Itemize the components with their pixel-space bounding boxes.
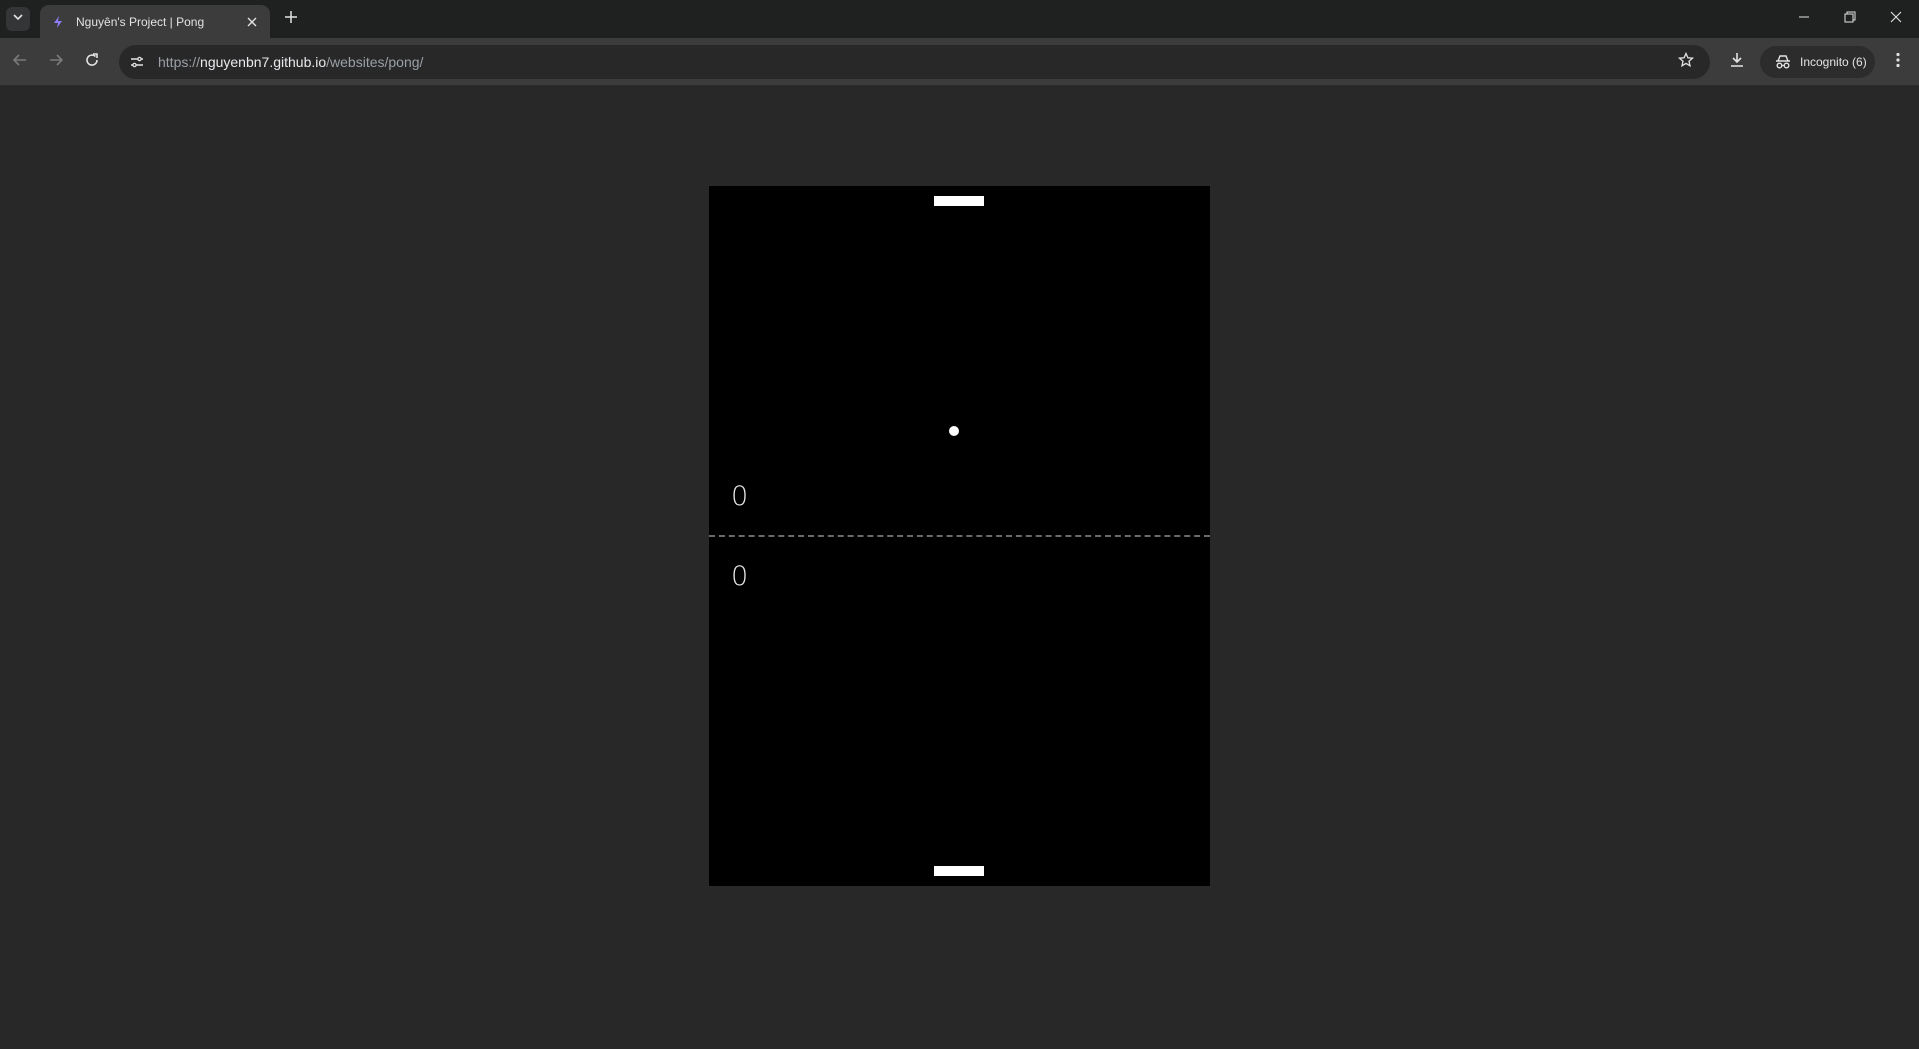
star-icon: [1677, 51, 1695, 73]
url-host: nguyenbn7.github.io: [200, 54, 327, 70]
reload-icon: [84, 52, 100, 73]
back-button[interactable]: [6, 48, 34, 76]
browser-toolbar: https://nguyenbn7.github.io/websites/pon…: [0, 38, 1919, 86]
tab-search-button[interactable]: [6, 7, 30, 31]
pong-canvas[interactable]: 0 0: [709, 186, 1210, 886]
browser-window: Nguyên's Project | Pong https://nguyenbn…: [0, 0, 1919, 1049]
top-score: 0: [731, 481, 749, 512]
reload-button[interactable]: [78, 48, 106, 76]
restore-icon: [1844, 10, 1856, 28]
tab-strip: Nguyên's Project | Pong: [0, 0, 1919, 38]
incognito-icon: [1774, 53, 1792, 71]
bookmark-button[interactable]: [1672, 48, 1700, 76]
tab-active[interactable]: Nguyên's Project | Pong: [40, 5, 270, 38]
close-icon[interactable]: [242, 12, 262, 32]
minimize-icon: [1798, 10, 1810, 28]
bottom-paddle[interactable]: [934, 866, 984, 876]
download-button[interactable]: [1723, 48, 1751, 76]
ball: [949, 426, 959, 436]
url-scheme: https://: [158, 54, 201, 70]
top-paddle: [934, 196, 984, 206]
address-bar[interactable]: https://nguyenbn7.github.io/websites/pon…: [119, 45, 1710, 79]
plus-icon: [284, 10, 298, 29]
center-line: [709, 535, 1210, 537]
arrow-right-icon: [48, 52, 64, 73]
forward-button[interactable]: [42, 48, 70, 76]
minimize-button[interactable]: [1781, 0, 1827, 38]
tune-icon[interactable]: [124, 49, 150, 75]
tab-title: Nguyên's Project | Pong: [76, 14, 205, 29]
arrow-left-icon: [12, 52, 28, 73]
incognito-button[interactable]: Incognito (6): [1760, 46, 1875, 78]
chevron-down-icon: [12, 10, 24, 28]
download-icon: [1729, 52, 1745, 73]
kebab-menu-icon: [1896, 52, 1900, 73]
restore-button[interactable]: [1827, 0, 1873, 38]
url-text[interactable]: https://nguyenbn7.github.io/websites/pon…: [158, 54, 1672, 70]
incognito-label: Incognito (6): [1800, 55, 1867, 69]
page-viewport: 0 0: [0, 86, 1919, 1049]
lightning-icon: [50, 14, 66, 30]
close-icon: [1890, 10, 1902, 28]
new-tab-button[interactable]: [280, 8, 302, 30]
url-path: /websites/pong/: [326, 54, 424, 70]
bottom-score: 0: [731, 561, 749, 592]
browser-menu-button[interactable]: [1884, 48, 1912, 76]
close-window-button[interactable]: [1873, 0, 1919, 38]
